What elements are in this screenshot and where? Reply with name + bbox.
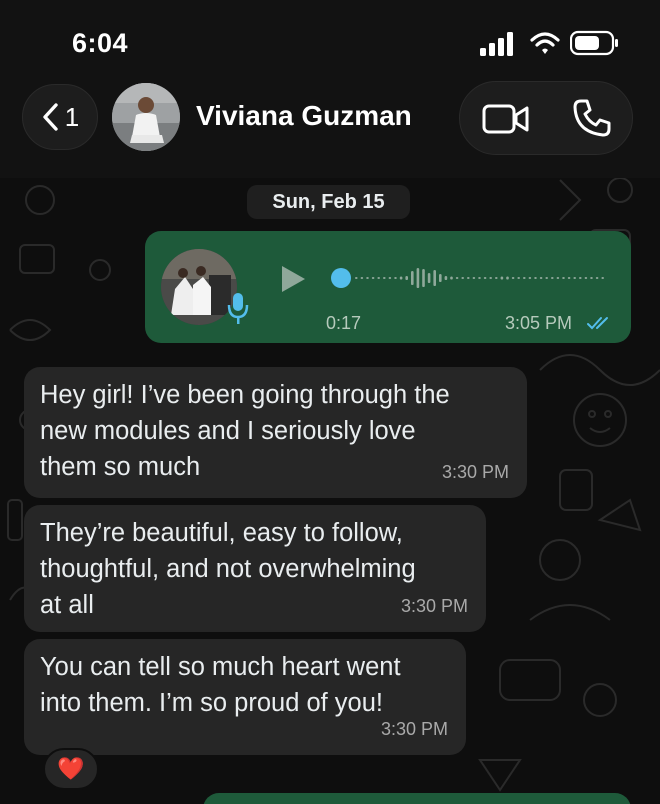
status-time: 6:04 — [72, 28, 129, 58]
play-icon — [282, 266, 305, 292]
unread-count: 1 — [64, 101, 80, 132]
waveform-bar — [584, 277, 588, 279]
waveform-bar — [461, 277, 464, 279]
message-time: 3:05 PM — [505, 313, 573, 333]
waveform-bar — [511, 277, 515, 279]
waveform-bar — [539, 277, 543, 279]
waveform-bar — [405, 276, 408, 280]
date-separator: Sun, Feb 15 — [247, 185, 410, 219]
video-camera-icon — [482, 104, 529, 134]
message-time: 3:30 PM — [441, 462, 509, 482]
heart-reaction-icon[interactable]: ❤️ — [43, 748, 99, 790]
waveform-bar — [383, 277, 386, 279]
reaction-glyph: ❤️ — [57, 756, 85, 781]
waveform-bar — [545, 277, 548, 279]
waveform-bar — [472, 277, 476, 279]
waveform-bar — [500, 276, 504, 280]
waveform-bar — [478, 277, 481, 279]
waveform-bar — [506, 276, 509, 280]
outgoing-message-partial[interactable] — [203, 793, 631, 804]
voice-sender-avatar — [161, 249, 237, 325]
waveform-bar — [601, 277, 604, 279]
back-button[interactable]: 1 — [22, 84, 98, 150]
cellular-signal-icon — [480, 32, 513, 56]
waveform-bar — [388, 277, 392, 279]
mic-icon — [227, 291, 249, 325]
message-time: 3:30 PM — [380, 719, 448, 739]
avatar[interactable] — [112, 83, 180, 151]
waveform-bar — [467, 277, 470, 279]
read-receipt-icon — [587, 315, 613, 331]
status-icons — [480, 30, 620, 56]
incoming-message[interactable]: Hey girl! I’ve been going through the ne… — [24, 367, 527, 498]
phone-icon — [573, 99, 611, 137]
waveform-bar — [371, 277, 375, 279]
waveform-bar — [444, 276, 448, 280]
incoming-message[interactable]: They’re beautiful, easy to follow, thoug… — [24, 505, 486, 632]
waveform-bar — [595, 277, 599, 279]
waveform-bar — [399, 276, 403, 280]
waveform-bar — [567, 277, 571, 279]
waveform-bar — [489, 277, 492, 279]
voice-call-button[interactable] — [572, 98, 612, 138]
waveform-bar — [439, 274, 442, 282]
waveform-bar — [534, 277, 537, 279]
waveform-bar — [517, 277, 520, 279]
waveform-bar — [455, 277, 459, 279]
voice-waveform[interactable] — [327, 265, 610, 291]
waveform-bar — [551, 277, 554, 279]
play-button[interactable] — [279, 263, 307, 295]
waveform-bar — [411, 271, 414, 285]
waveform-bar — [556, 277, 560, 279]
waveform-bar — [450, 276, 453, 280]
chat-header: 1 Viviana Guzman — [0, 78, 660, 178]
waveform-bar — [427, 273, 431, 283]
waveform-bar — [523, 277, 526, 279]
waveform-bar — [360, 277, 364, 279]
waveform-bar — [573, 277, 576, 279]
contact-name[interactable]: Viviana Guzman — [196, 100, 412, 132]
status-bar: 6:04 — [0, 0, 660, 80]
message-time: 3:30 PM — [400, 596, 468, 616]
voice-message-bubble[interactable]: 0:17 3:05 PM — [145, 231, 631, 343]
waveform-bar — [355, 277, 358, 279]
waveform-bar — [366, 277, 369, 279]
battery-icon — [570, 30, 618, 56]
waveform-bar — [483, 277, 487, 279]
waveform-bar — [416, 268, 420, 288]
waveform-bar — [579, 277, 582, 279]
incoming-message[interactable]: You can tell so much heart went into the… — [24, 639, 466, 755]
call-actions — [459, 81, 633, 155]
wifi-icon — [530, 32, 560, 54]
waveform-bar — [528, 277, 532, 279]
video-call-button[interactable] — [482, 101, 530, 137]
waveform-bar — [590, 277, 593, 279]
chevron-left-icon — [43, 103, 58, 131]
waveform-bar — [422, 269, 425, 287]
waveform-bar — [377, 277, 380, 279]
waveform-bar — [433, 270, 436, 286]
waveform-bar — [495, 277, 498, 279]
waveform-bar — [394, 277, 397, 279]
waveform-bar — [562, 277, 565, 279]
voice-duration: 0:17 — [326, 313, 362, 333]
